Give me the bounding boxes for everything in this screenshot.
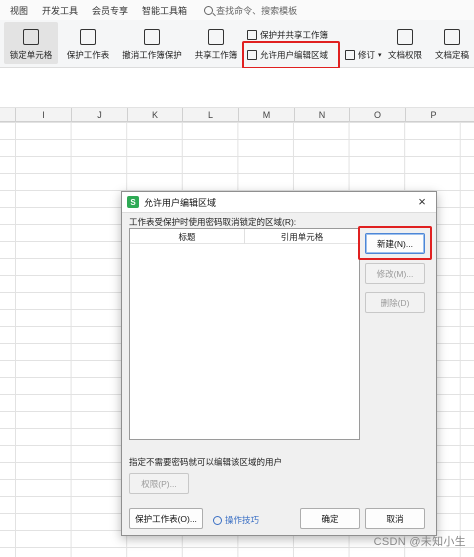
ok-button[interactable]: 确定	[300, 508, 360, 529]
dialog-body: 工作表受保护时使用密码取消锁定的区域(R): 标题 引用单元格 新建(N)...…	[122, 212, 436, 535]
review-ribbon: 锁定单元格 保护工作表 撤消工作簿保护 共享工作簿 保护并共享工作簿 允许用户编…	[0, 20, 474, 69]
unprotect-workbook-button[interactable]: 撤消工作簿保护	[117, 22, 187, 64]
search-icon	[204, 5, 214, 15]
track-changes-label: 修订	[358, 50, 376, 60]
dialog-title: 允许用户编辑区域	[144, 197, 217, 208]
delete-range-button[interactable]: 删除(D)	[365, 292, 425, 313]
lock-cell-label: 锁定单元格	[9, 50, 53, 60]
protect-share-icon	[247, 30, 257, 40]
cancel-button[interactable]: 取消	[365, 508, 425, 529]
protect-sheet-icon	[80, 29, 96, 45]
new-range-highlight	[358, 226, 432, 260]
ranges-list[interactable]: 标题 引用单元格	[129, 228, 360, 440]
protect-sheet-dialog-button[interactable]: 保护工作表(O)...	[129, 508, 203, 529]
column-header-l[interactable]: L	[182, 108, 238, 122]
no-password-label: 指定不需要密码就可以编辑该区域的用户	[129, 457, 283, 467]
tips-link[interactable]: 操作技巧	[213, 514, 259, 526]
protect-and-share-label: 保护并共享工作簿	[260, 30, 329, 40]
command-search[interactable]: 查找命令、搜索模板	[204, 4, 297, 17]
dialog-title-bar: S 允许用户编辑区域 ×	[122, 192, 436, 212]
column-header-row: I J K L M N O P	[0, 108, 474, 122]
close-icon[interactable]: ×	[415, 195, 429, 209]
protect-sheet-label: 保护工作表	[66, 50, 110, 60]
col-title-header[interactable]: 标题	[130, 229, 245, 244]
doc-finalize-label: 文档定稿	[434, 50, 469, 60]
column-header-m[interactable]: M	[238, 108, 294, 122]
track-changes-dropdown-icon: ▾	[378, 52, 382, 59]
doc-permissions-button[interactable]: 文档权限	[382, 22, 428, 64]
watermark: CSDN @未知小生	[373, 536, 466, 548]
lock-cell-icon	[23, 29, 39, 45]
share-workbook-label: 共享工作簿	[194, 50, 238, 60]
column-header-p[interactable]: P	[405, 108, 461, 122]
column-header-i[interactable]: I	[15, 108, 71, 122]
menu-tab-view[interactable]: 视图	[0, 0, 35, 20]
menu-bar: 视图 开发工具 会员专享 智能工具箱 查找命令、搜索模板	[0, 0, 474, 20]
doc-finalize-button[interactable]: 文档定稿	[430, 22, 474, 64]
doc-finalize-icon	[444, 29, 460, 45]
track-changes-icon	[345, 50, 355, 60]
search-placeholder: 查找命令、搜索模板	[216, 5, 298, 16]
tips-link-label: 操作技巧	[225, 515, 260, 525]
col-ref-header[interactable]: 引用单元格	[245, 229, 359, 244]
share-workbook-icon	[208, 29, 224, 45]
column-header-k[interactable]: K	[127, 108, 182, 122]
column-header-j[interactable]: J	[71, 108, 127, 122]
unprotect-workbook-icon	[144, 29, 160, 45]
modify-range-button[interactable]: 修改(M)...	[365, 263, 425, 284]
lock-cell-button[interactable]: 锁定单元格	[4, 22, 58, 64]
protect-sheet-button[interactable]: 保护工作表	[62, 22, 114, 64]
formula-area	[0, 68, 474, 108]
doc-permissions-icon	[397, 29, 413, 45]
menu-tab-developer[interactable]: 开发工具	[35, 0, 85, 20]
help-icon	[213, 515, 222, 525]
share-workbook-button[interactable]: 共享工作簿	[190, 22, 242, 64]
app-logo-icon: S	[127, 196, 139, 208]
ranges-instruction: 工作表受保护时使用密码取消锁定的区域(R):	[129, 217, 297, 227]
permissions-button[interactable]: 权限(P)...	[129, 473, 189, 494]
unprotect-workbook-label: 撤消工作簿保护	[122, 50, 182, 60]
ranges-list-header: 标题 引用单元格	[130, 229, 359, 244]
column-header-n[interactable]: N	[294, 108, 349, 122]
menu-tab-smart-tools[interactable]: 智能工具箱	[135, 0, 194, 20]
allow-edit-ranges-dialog: S 允许用户编辑区域 × 工作表受保护时使用密码取消锁定的区域(R): 标题 引…	[121, 191, 437, 536]
doc-permissions-label: 文档权限	[387, 50, 422, 60]
menu-tab-member[interactable]: 会员专享	[85, 0, 135, 20]
allow-edit-ranges-highlight	[242, 41, 340, 69]
column-header-o[interactable]: O	[349, 108, 405, 122]
track-changes-button[interactable]: 修订 ▾	[345, 46, 382, 64]
